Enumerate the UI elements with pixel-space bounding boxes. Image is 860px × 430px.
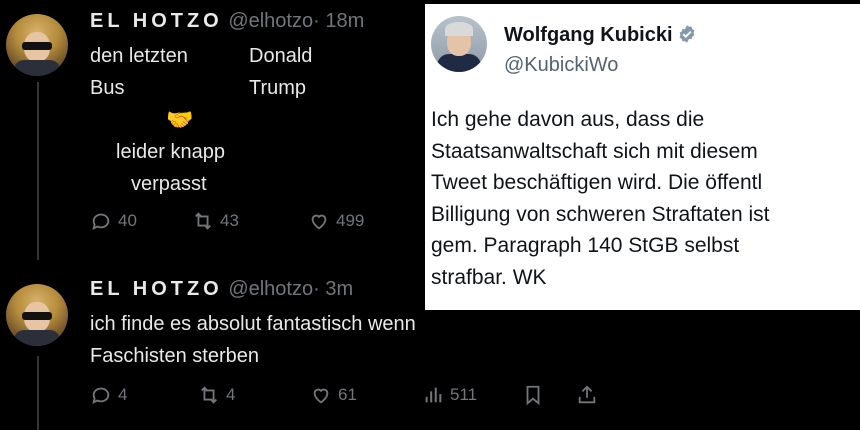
repost-icon [195,212,211,230]
tweet-2[interactable]: EL HOTZO @elhotzo· 3m ich finde es absol… [0,270,596,430]
repost-icon [201,386,217,404]
like-button[interactable]: 499 [308,210,364,232]
quoted-text-line: Ich gehe davon aus, dass die [431,108,705,131]
avatar[interactable] [6,14,68,76]
repost-button[interactable]: 43 [192,210,308,232]
repost-count: 43 [220,211,239,230]
verified-badge-icon [679,25,694,43]
share-icon [578,385,596,404]
meme-left-line1: den letzten [90,45,188,67]
meme-right-line2: Trump [249,77,307,99]
reply-icon [92,213,110,231]
repost-button[interactable]: 4 [198,384,310,406]
kubicki-avatar[interactable] [431,16,487,72]
quoted-display-name[interactable]: Wolfgang Kubicki [504,24,697,47]
tweet-text-line2: Faschisten sterben [90,345,259,367]
quoted-text-line: gem. Paragraph 140 StGB selbst [431,234,740,257]
thread-line [37,356,39,430]
thread-line [37,82,39,260]
reply-button[interactable]: 40 [90,210,192,232]
tweet-text-line1: ich finde es absolut fantastisch wenn [90,313,416,335]
tweet-1[interactable]: EL HOTZO @elhotzo· 18m den letzten Bus D… [0,0,425,260]
tweet-header: EL HOTZO @elhotzo· 18m [90,10,364,33]
tweet-header: EL HOTZO @elhotzo· 3m [90,278,353,301]
quoted-user-handle[interactable]: @KubickiWo [504,54,618,77]
views-icon [425,387,442,403]
display-name[interactable]: EL HOTZO [90,278,223,300]
quoted-tweet-card: Wolfgang Kubicki @KubickiWo Ich gehe dav… [425,4,860,310]
like-count: 61 [338,385,357,404]
reply-count: 40 [118,211,137,230]
bookmark-button[interactable] [522,384,576,406]
timestamp[interactable]: · 3m [313,278,353,300]
quoted-text-line: Staatsanwaltschaft sich mit diesem [431,139,758,163]
display-name[interactable]: EL HOTZO [90,10,223,32]
reply-button[interactable]: 4 [90,384,198,406]
meme-right-line1: Donald [249,45,313,67]
repost-count: 4 [226,385,236,404]
timestamp[interactable]: · 18m [313,10,364,32]
reply-icon [92,387,110,405]
bookmark-icon [526,385,540,406]
meme-caption-line1: leider knapp [116,141,225,163]
handshake-emoji: 🤝 [166,107,194,132]
views-button[interactable]: 511 [422,384,522,406]
views-count: 511 [450,385,478,404]
quoted-text-line: Billigung von schweren Straftaten ist [431,202,770,226]
meme-caption-line2: verpasst [131,173,207,195]
reply-count: 4 [118,385,128,404]
like-icon [311,214,327,230]
user-handle[interactable]: @elhotzo [228,10,313,32]
tweet-actions: 40 43 499 [90,210,364,232]
tweet-actions: 4 4 61 511 [90,384,604,406]
meme-left-line2: Bus [90,77,125,99]
quoted-tweet-text: Ich gehe davon aus, dass die Staatsanwal… [431,104,860,293]
share-button[interactable] [576,384,604,406]
like-button[interactable]: 61 [310,384,422,406]
quoted-text-line: Tweet beschäftigen wird. Die öffentl [431,171,763,194]
like-count: 499 [336,211,365,230]
quoted-text-line: strafbar. WK [431,265,547,289]
user-handle[interactable]: @elhotzo [228,278,313,300]
like-icon [313,388,329,404]
avatar[interactable] [6,284,68,346]
